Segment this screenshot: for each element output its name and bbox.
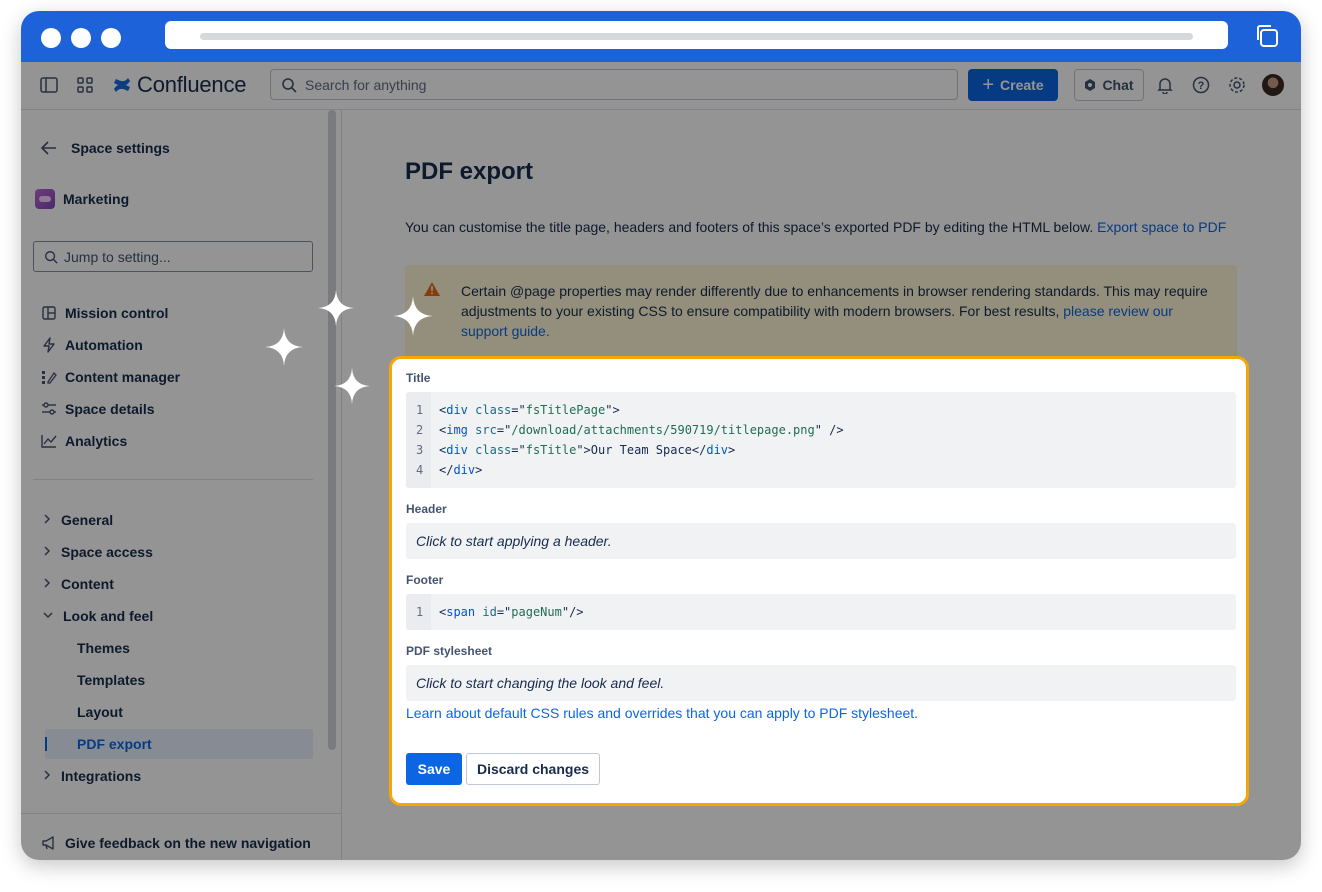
save-button[interactable]: Save <box>406 753 462 785</box>
code-line: 1 <span id="pageNum"/> <box>406 602 584 622</box>
code-line: 1 <div class="fsTitlePage"> <box>406 400 620 420</box>
line-number: 4 <box>416 463 424 477</box>
browser-titlebar <box>21 11 1301 62</box>
address-bar[interactable] <box>165 21 1228 49</box>
stylesheet-editor[interactable]: Click to start changing the look and fee… <box>406 665 1236 701</box>
header-editor[interactable]: Click to start applying a header. <box>406 523 1236 559</box>
line-number: 3 <box>416 443 424 457</box>
code-text: <span id="pageNum"/> <box>439 605 584 619</box>
line-number: 1 <box>416 605 424 619</box>
sparkle-icon <box>334 368 370 404</box>
pdf-export-form-card: Title 1 <div class="fsTitlePage"> 2 <img… <box>389 356 1249 806</box>
code-line: 3 <div class="fsTitle">Our Team Space</d… <box>406 440 735 460</box>
learn-css-rules-link[interactable]: Learn about default CSS rules and overri… <box>406 705 918 721</box>
code-text: <img src="/download/attachments/590719/t… <box>439 423 844 437</box>
title-code-editor[interactable]: 1 <div class="fsTitlePage"> 2 <img src="… <box>406 392 1236 488</box>
code-line: 4 </div> <box>406 460 482 480</box>
header-placeholder: Click to start applying a header. <box>416 533 612 549</box>
code-text: <div class="fsTitle">Our Team Space</div… <box>439 443 736 457</box>
footer-code-editor[interactable]: 1 <span id="pageNum"/> <box>406 594 1236 630</box>
sparkle-icon <box>393 296 433 336</box>
code-text: <div class="fsTitlePage"> <box>439 403 620 417</box>
stylesheet-field-label: PDF stylesheet <box>406 644 493 658</box>
window-minimize-dot[interactable] <box>71 28 91 48</box>
sparkle-icon <box>318 290 354 326</box>
discard-changes-button[interactable]: Discard changes <box>466 753 600 785</box>
window-close-dot[interactable] <box>41 28 61 48</box>
stylesheet-placeholder: Click to start changing the look and fee… <box>416 675 665 691</box>
line-number: 1 <box>416 403 424 417</box>
address-bar-placeholder <box>200 33 1193 40</box>
footer-field-label: Footer <box>406 573 444 587</box>
code-line: 2 <img src="/download/attachments/590719… <box>406 420 844 440</box>
title-field-label: Title <box>406 371 431 385</box>
window-zoom-dot[interactable] <box>101 28 121 48</box>
copy-windows-icon[interactable] <box>1253 22 1281 50</box>
line-number: 2 <box>416 423 424 437</box>
header-field-label: Header <box>406 502 447 516</box>
code-text: </div> <box>439 463 483 477</box>
sparkle-icon <box>265 328 303 366</box>
